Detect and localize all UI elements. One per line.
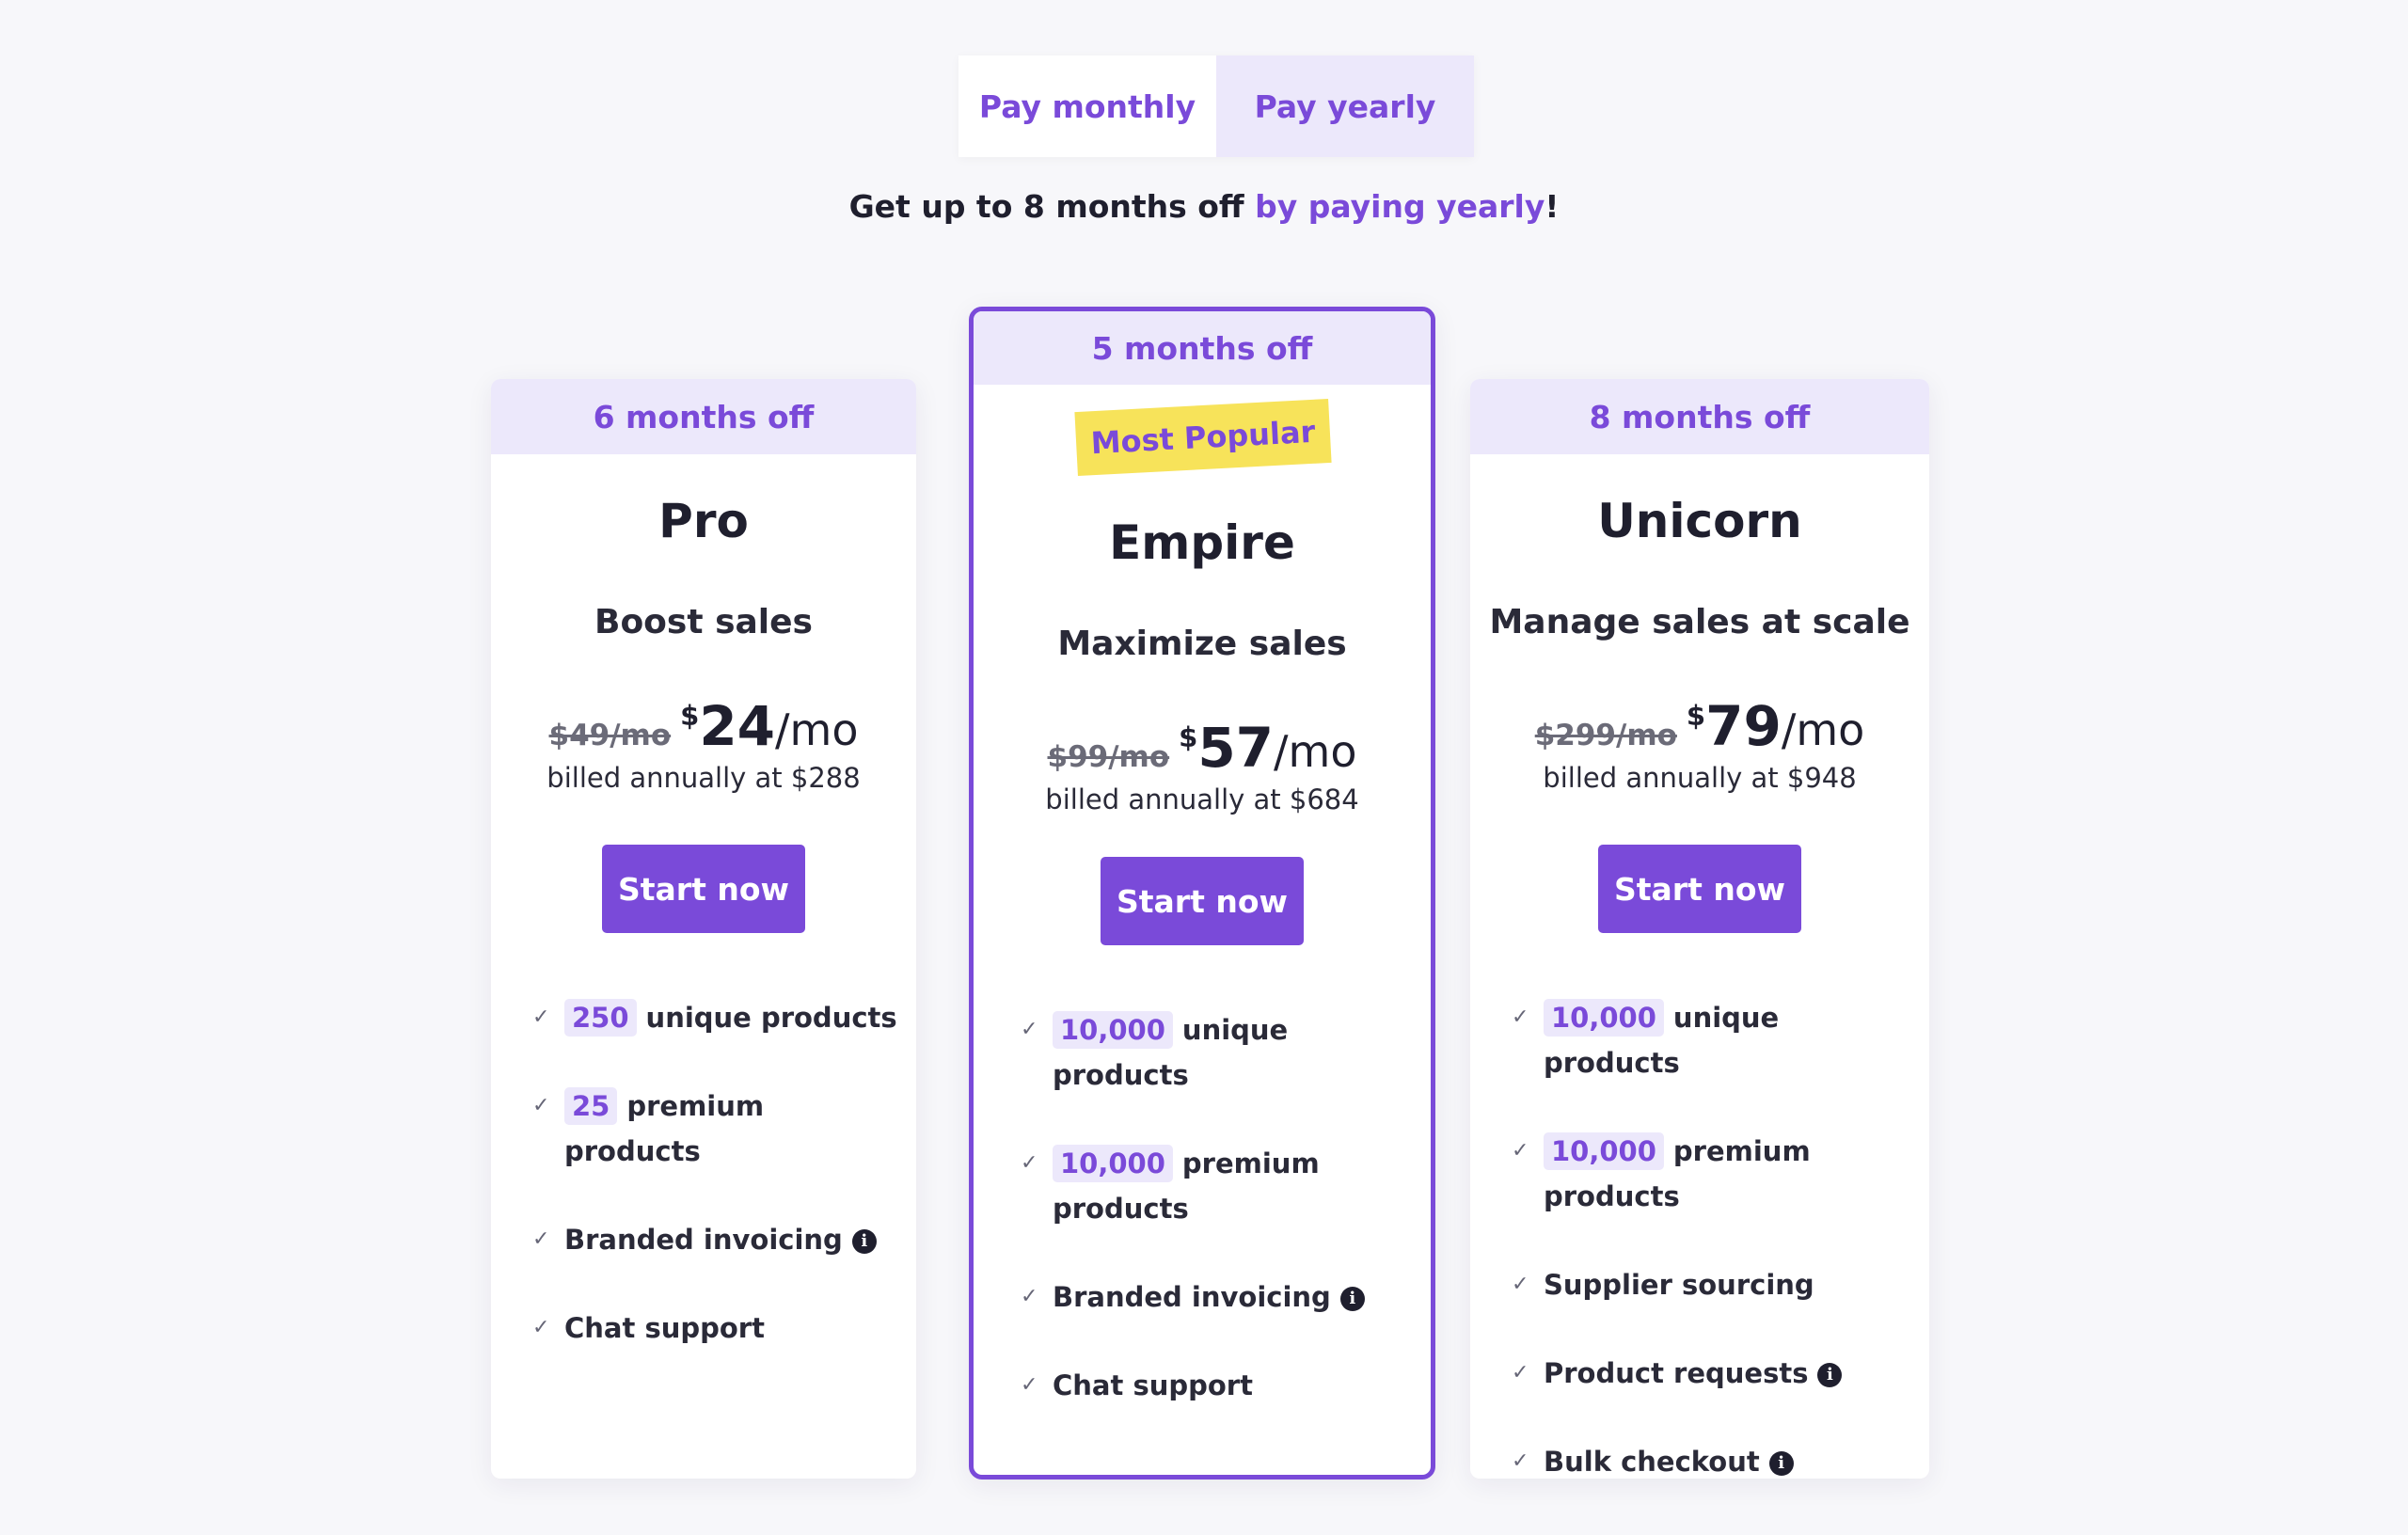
discount-banner: 5 months off bbox=[974, 311, 1431, 385]
feature-item: ✓ Chat support bbox=[532, 1306, 909, 1351]
start-now-button[interactable]: Start now bbox=[1101, 857, 1304, 945]
price: $299/mo $79/mo bbox=[1470, 694, 1929, 758]
feature-list: ✓ 250 unique products ✓ 25 premium products … bbox=[532, 995, 909, 1394]
feature-item: ✓ 10,000 unique products bbox=[1512, 995, 1916, 1085]
info-icon[interactable]: i bbox=[1817, 1363, 1843, 1387]
feature-item: ✓ Branded invoicing i bbox=[532, 1217, 909, 1262]
most-popular-badge: Most Popular bbox=[1074, 398, 1332, 477]
feature-item: ✓ 25 premium products bbox=[532, 1084, 909, 1174]
price-period: /mo bbox=[775, 704, 859, 755]
feature-item: ✓ 10,000 unique products bbox=[1021, 1007, 1397, 1098]
check-icon: ✓ bbox=[1512, 1449, 1529, 1473]
old-price: $49/mo bbox=[548, 719, 672, 752]
feature-count: 10,000 bbox=[1053, 1011, 1173, 1049]
price-amount: 57 bbox=[1197, 716, 1275, 780]
billing-toggle: Pay monthly Pay yearly bbox=[958, 55, 1474, 157]
feature-item: ✓ 250 unique products bbox=[532, 995, 909, 1040]
feature-label: Branded invoicing bbox=[1053, 1281, 1331, 1313]
check-icon: ✓ bbox=[1512, 1005, 1529, 1029]
plan-card-empire: 5 months off Most Popular Empire Maximiz… bbox=[969, 307, 1435, 1480]
plan-tagline: Boost sales bbox=[594, 603, 813, 641]
old-price: $299/mo bbox=[1534, 719, 1677, 752]
promo-text-end: ! bbox=[1545, 188, 1560, 225]
plan-name: Unicorn bbox=[1597, 494, 1802, 548]
discount-banner: 8 months off bbox=[1470, 379, 1929, 454]
feature-count: 25 bbox=[564, 1087, 618, 1125]
billed-note: billed annually at $684 bbox=[1045, 783, 1359, 815]
price-amount: 79 bbox=[1705, 694, 1782, 758]
feature-item: ✓ Bulk checkout i bbox=[1512, 1439, 1916, 1479]
info-icon[interactable]: i bbox=[1768, 1451, 1794, 1476]
check-icon: ✓ bbox=[1512, 1361, 1529, 1385]
check-icon: ✓ bbox=[1021, 1151, 1038, 1175]
check-icon: ✓ bbox=[1512, 1273, 1529, 1296]
check-icon: ✓ bbox=[1512, 1139, 1529, 1163]
feature-label: Bulk checkout bbox=[1544, 1446, 1760, 1478]
promo-text: Get up to 8 months off by paying yearly! bbox=[0, 188, 2408, 225]
billed-note: billed annually at $288 bbox=[547, 762, 861, 794]
feature-count: 10,000 bbox=[1053, 1145, 1173, 1182]
feature-list: ✓ 10,000 unique products ✓ 10,000 premium pr… bbox=[1021, 1007, 1397, 1451]
feature-item: ✓ 10,000 premium products bbox=[1021, 1141, 1397, 1231]
feature-count: 10,000 bbox=[1544, 1132, 1664, 1170]
check-icon: ✓ bbox=[1021, 1018, 1038, 1041]
pay-monthly-button[interactable]: Pay monthly bbox=[958, 55, 1216, 157]
feature-count: 250 bbox=[564, 999, 637, 1037]
pay-yearly-button[interactable]: Pay yearly bbox=[1216, 55, 1474, 157]
feature-item: ✓ Supplier sourcing bbox=[1512, 1262, 1916, 1307]
plan-name: Empire bbox=[1109, 515, 1295, 570]
plan-tagline: Maximize sales bbox=[1057, 625, 1347, 663]
info-icon[interactable]: i bbox=[851, 1229, 877, 1254]
plan-card-pro: 6 months off Pro Boost sales $49/mo$24/m… bbox=[491, 379, 916, 1479]
currency-symbol: $ bbox=[1686, 700, 1706, 732]
billed-note: billed annually at $948 bbox=[1543, 762, 1857, 794]
check-icon: ✓ bbox=[1021, 1373, 1038, 1397]
feature-item: ✓ Chat support bbox=[1021, 1363, 1397, 1408]
promo-highlight: by paying yearly bbox=[1255, 188, 1545, 225]
old-price: $99/mo bbox=[1047, 740, 1170, 774]
feature-label: Chat support bbox=[1053, 1369, 1253, 1401]
discount-banner: 6 months off bbox=[491, 379, 916, 454]
check-icon: ✓ bbox=[532, 1094, 550, 1117]
feature-label: Chat support bbox=[564, 1312, 765, 1344]
currency-symbol: $ bbox=[1179, 721, 1198, 753]
plan-card-unicorn: 8 months off Unicorn Manage sales at sca… bbox=[1470, 379, 1929, 1479]
price: $99/mo $57/mo bbox=[974, 716, 1431, 780]
check-icon: ✓ bbox=[1021, 1285, 1038, 1308]
price-amount: 24 bbox=[699, 694, 776, 758]
feature-item: ✓ Branded invoicing i bbox=[1021, 1274, 1397, 1320]
start-now-button[interactable]: Start now bbox=[602, 845, 805, 933]
check-icon: ✓ bbox=[532, 1316, 550, 1339]
info-icon[interactable]: i bbox=[1339, 1287, 1365, 1311]
feature-item: ✓ Product requests i bbox=[1512, 1351, 1916, 1396]
promo-text-start: Get up to 8 months off bbox=[848, 188, 1256, 225]
plan-name: Pro bbox=[658, 494, 749, 548]
feature-label: Branded invoicing bbox=[564, 1224, 843, 1256]
feature-count: 10,000 bbox=[1544, 999, 1664, 1037]
feature-label: Product requests bbox=[1544, 1357, 1809, 1389]
plan-tagline: Manage sales at scale bbox=[1489, 603, 1910, 641]
check-icon: ✓ bbox=[532, 1227, 550, 1251]
feature-item: ✓ 10,000 premium products bbox=[1512, 1129, 1916, 1219]
price: $49/mo$24/mo bbox=[491, 694, 916, 758]
price-period: /mo bbox=[1274, 726, 1357, 777]
price-period: /mo bbox=[1781, 704, 1865, 755]
feature-list: ✓ 10,000 unique products ✓ 10,000 premium pr… bbox=[1512, 995, 1916, 1479]
check-icon: ✓ bbox=[532, 1005, 550, 1029]
feature-label: unique products bbox=[645, 1002, 897, 1034]
feature-label: Supplier sourcing bbox=[1544, 1269, 1814, 1301]
currency-symbol: $ bbox=[680, 700, 700, 732]
start-now-button[interactable]: Start now bbox=[1598, 845, 1801, 933]
